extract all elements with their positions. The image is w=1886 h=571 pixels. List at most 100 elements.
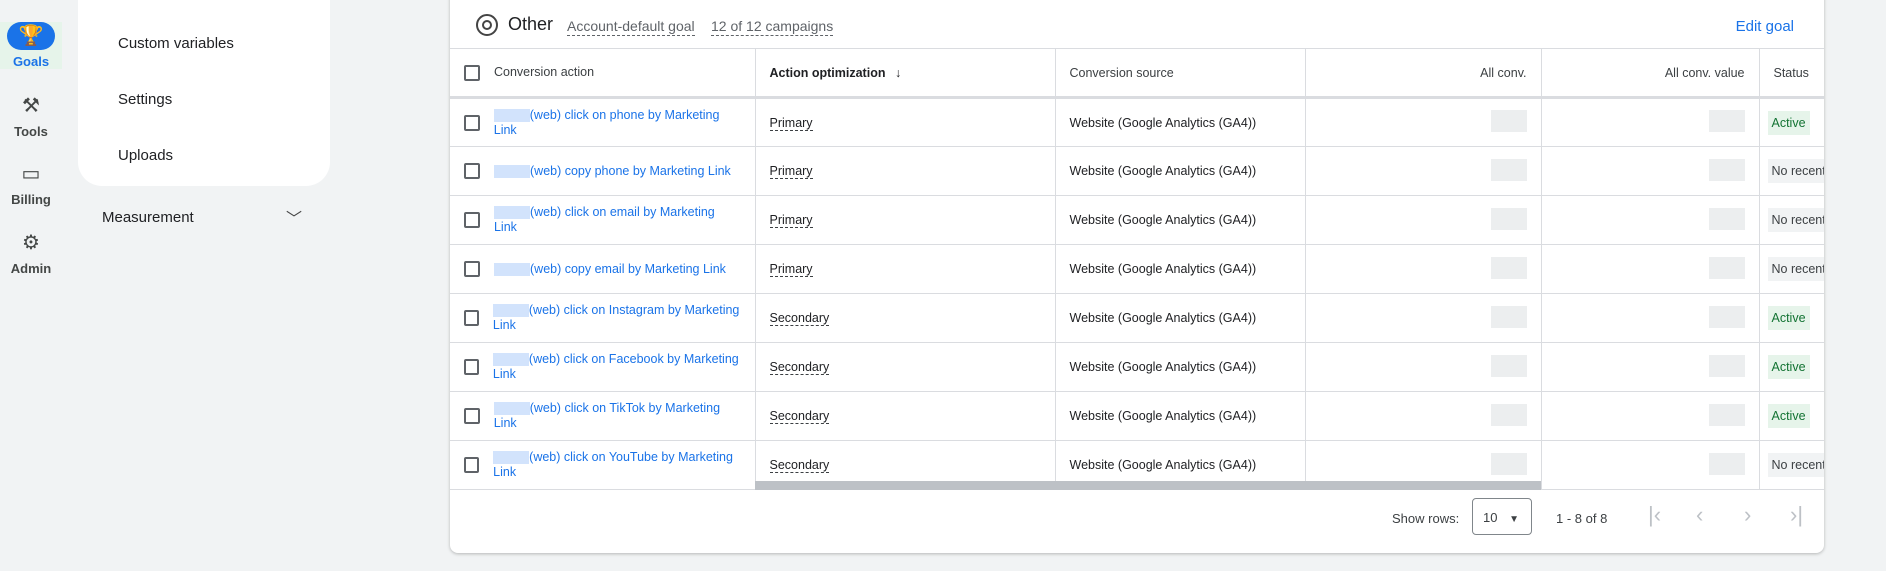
redacted-value xyxy=(1490,207,1527,230)
sort-arrow-icon: ↓ xyxy=(894,65,902,80)
status-badge: No recent xyxy=(1767,453,1824,477)
redacted-value xyxy=(1708,305,1745,328)
credit-card-icon: ▭ xyxy=(21,163,41,185)
cell-all-conv xyxy=(1305,293,1542,343)
row-checkbox[interactable] xyxy=(464,359,479,375)
table-row: (web) click on TikTok by Marketing Link … xyxy=(450,391,1824,441)
conversion-action-link[interactable]: (web) click on phone by Marketing Link xyxy=(493,108,741,138)
row-checkbox[interactable] xyxy=(464,310,479,326)
cell-status: Active xyxy=(1759,293,1824,343)
edit-goal-link[interactable]: Edit goal xyxy=(1736,18,1794,35)
redacted-name xyxy=(492,353,529,367)
conversion-action-link[interactable]: (web) click on YouTube by Marketing Link xyxy=(493,450,740,480)
cell-optimization: Secondary xyxy=(755,391,1056,441)
cell-optimization: Primary xyxy=(755,146,1056,196)
cell-all-conv xyxy=(1305,146,1542,196)
table-header-row: Conversion action Action optimization ↓ … xyxy=(450,48,1824,99)
goal-title: Other xyxy=(508,14,554,34)
left-nav-rail: 🏆 Goals ⚒ Tools ▭ Billing ⚙ Admin xyxy=(0,0,62,571)
menu-item-custom-variables[interactable]: Custom variables xyxy=(118,35,234,52)
horizontal-scrollbar[interactable] xyxy=(755,481,1541,490)
cell-conversion-action: (web) click on phone by Marketing Link xyxy=(450,97,756,147)
prev-page-icon[interactable]: ‹ xyxy=(1696,502,1703,528)
cell-all-conv xyxy=(1305,97,1542,147)
chevron-down-icon: ﹀ xyxy=(285,211,302,228)
table-row: (web) click on Instagram by Marketing Li… xyxy=(450,293,1824,343)
row-checkbox[interactable] xyxy=(464,408,480,424)
row-checkbox[interactable] xyxy=(464,261,480,277)
cell-status: Active xyxy=(1759,97,1824,147)
col-conversion-action[interactable]: Conversion action xyxy=(450,48,756,99)
status-badge: Active xyxy=(1767,306,1810,330)
conversion-action-link[interactable]: (web) click on TikTok by Marketing Link xyxy=(493,401,741,431)
target-icon xyxy=(476,14,498,36)
table-row: (web) click on phone by Marketing Link P… xyxy=(450,97,1824,147)
redacted-value xyxy=(1708,452,1745,475)
redacted-value xyxy=(1708,158,1745,181)
cell-status: No recent xyxy=(1759,244,1824,294)
col-conversion-source[interactable]: Conversion source xyxy=(1055,48,1306,99)
row-checkbox[interactable] xyxy=(464,212,480,228)
col-status[interactable]: Status xyxy=(1759,48,1824,99)
select-all-checkbox[interactable] xyxy=(464,64,480,81)
cell-source: Website (Google Analytics (GA4)) xyxy=(1055,244,1306,294)
rail-item-goals[interactable]: 🏆 Goals xyxy=(0,22,62,69)
rail-item-admin[interactable]: ⚙ Admin xyxy=(0,229,62,276)
status-badge: No recent xyxy=(1767,159,1824,183)
status-badge: Active xyxy=(1767,355,1810,379)
cell-conversion-action: (web) click on YouTube by Marketing Link xyxy=(450,440,756,490)
cell-status: Active xyxy=(1759,391,1824,441)
menu-section-measurement[interactable]: Measurement ﹀ xyxy=(102,209,302,228)
redacted-value xyxy=(1490,452,1527,475)
cell-conversion-action: (web) click on TikTok by Marketing Link xyxy=(450,391,756,441)
menu-item-settings[interactable]: Settings xyxy=(118,91,172,108)
row-checkbox[interactable] xyxy=(464,163,480,179)
next-page-icon[interactable]: › xyxy=(1744,502,1751,528)
redacted-value xyxy=(1490,403,1527,426)
conversion-action-link[interactable]: (web) copy email by Marketing Link xyxy=(494,262,726,277)
table-row: (web) copy email by Marketing Link Prima… xyxy=(450,244,1824,294)
conversion-action-link[interactable]: (web) click on Facebook by Marketing Lin… xyxy=(492,352,741,382)
rows-per-page-select[interactable]: 10 ▼ xyxy=(1472,498,1532,535)
dropdown-arrow-icon: ▼ xyxy=(1509,514,1519,525)
row-checkbox[interactable] xyxy=(464,114,480,131)
cell-status: No recent xyxy=(1759,195,1824,245)
rail-item-tools[interactable]: ⚒ Tools xyxy=(0,92,62,139)
cell-status: Active xyxy=(1759,342,1824,392)
cell-source: Website (Google Analytics (GA4)) xyxy=(1055,293,1306,343)
col-all-conv[interactable]: All conv. xyxy=(1305,48,1542,99)
cell-all-conv-value xyxy=(1541,146,1760,196)
cell-source: Website (Google Analytics (GA4)) xyxy=(1055,146,1306,196)
redacted-value xyxy=(1708,110,1745,132)
row-checkbox[interactable] xyxy=(464,457,480,473)
redacted-name xyxy=(494,164,530,178)
redacted-value xyxy=(1490,305,1527,328)
first-page-icon[interactable]: |‹ xyxy=(1648,502,1661,528)
rail-item-billing[interactable]: ▭ Billing xyxy=(0,160,62,207)
cell-all-conv xyxy=(1305,244,1542,294)
pagination-footer: Show rows: 10 ▼ 1 - 8 of 8 |‹ ‹ › ›| xyxy=(450,490,1824,543)
menu-item-uploads[interactable]: Uploads xyxy=(118,147,173,164)
col-action-optimization[interactable]: Action optimization ↓ xyxy=(755,48,1056,99)
cell-all-conv-value xyxy=(1541,440,1760,490)
conversion-action-link[interactable]: (web) click on email by Marketing Link xyxy=(493,205,741,235)
goals-submenu: Custom variables Settings Uploads xyxy=(78,0,330,186)
redacted-name xyxy=(493,402,530,416)
last-page-icon[interactable]: ›| xyxy=(1790,502,1803,528)
conversion-actions-table: Conversion action Action optimization ↓ … xyxy=(450,48,1824,490)
table-row: (web) click on Facebook by Marketing Lin… xyxy=(450,342,1824,392)
col-all-conv-value[interactable]: All conv. value xyxy=(1541,48,1760,99)
cell-optimization: Primary xyxy=(755,244,1056,294)
conversion-action-link[interactable]: (web) copy phone by Marketing Link xyxy=(494,164,731,179)
account-default-goal[interactable]: Account-default goal xyxy=(567,18,695,36)
conversion-action-link[interactable]: (web) click on Instagram by Marketing Li… xyxy=(492,303,741,333)
cell-all-conv-value xyxy=(1541,293,1760,343)
cell-status: No recent xyxy=(1759,146,1824,196)
table-row: (web) click on email by Marketing Link P… xyxy=(450,195,1824,245)
cell-all-conv xyxy=(1305,391,1542,441)
cell-conversion-action: (web) copy phone by Marketing Link xyxy=(450,146,756,196)
tools-icon: ⚒ xyxy=(22,95,40,117)
redacted-value xyxy=(1708,403,1745,426)
campaigns-count[interactable]: 12 of 12 campaigns xyxy=(711,18,834,36)
cell-conversion-action: (web) click on Instagram by Marketing Li… xyxy=(450,293,756,343)
